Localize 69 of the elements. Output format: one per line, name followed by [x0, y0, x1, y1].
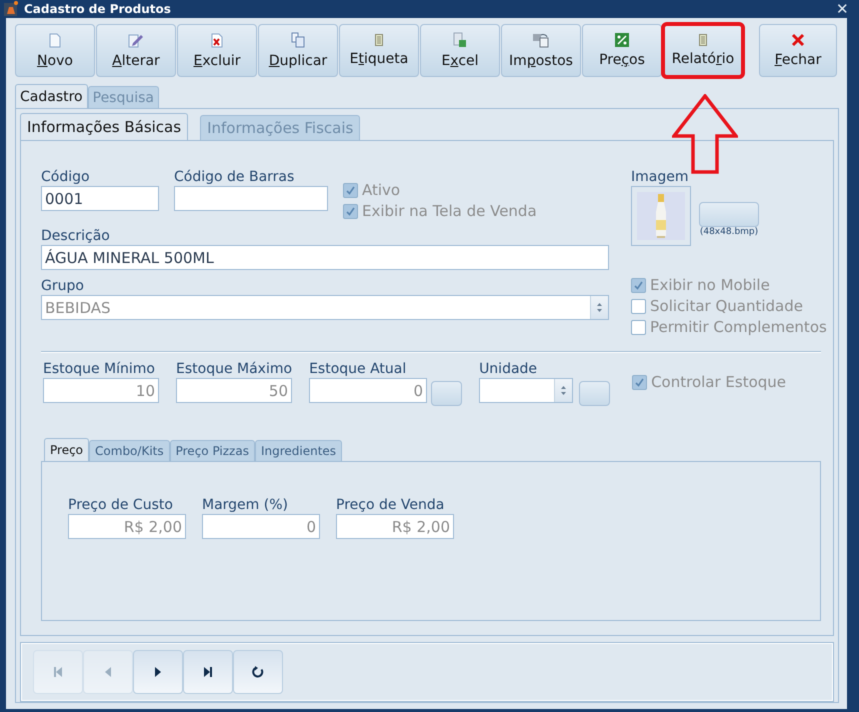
- document-icon: [49, 32, 61, 48]
- spreadsheet-icon: [453, 32, 467, 48]
- spin-button[interactable]: [554, 379, 572, 402]
- image-button[interactable]: [699, 202, 759, 227]
- field-label: Preço de Custo: [68, 497, 174, 513]
- up-down-arrows-icon: [596, 302, 603, 313]
- toolbar-button[interactable]: Impostos: [501, 24, 581, 77]
- field-label: Código: [41, 169, 91, 185]
- field-label: Código de Barras: [174, 169, 296, 185]
- toolbar-button[interactable]: Alterar: [96, 24, 176, 77]
- toolbar-button[interactable]: Novo: [15, 24, 95, 77]
- input-field[interactable]: 0001: [41, 186, 159, 211]
- pencil-icon: [128, 32, 144, 48]
- toolbar-button[interactable]: Excel: [420, 24, 500, 77]
- report-icon: [375, 34, 383, 46]
- close-button[interactable]: ✕: [830, 0, 855, 18]
- delete-document-icon: [211, 32, 223, 48]
- percent-icon: [615, 33, 629, 47]
- up-down-arrows-icon: [560, 385, 568, 396]
- copy-icon: [291, 32, 305, 48]
- checkbox-label: Permitir Complementos: [650, 318, 827, 336]
- app-icon: [4, 1, 18, 17]
- close-icon: [791, 33, 805, 47]
- toolbar-button[interactable]: Relatório: [663, 24, 743, 77]
- window-title: Cadastro de Produtos: [24, 2, 172, 16]
- checkbox-label: Ativo: [362, 181, 400, 199]
- field-label: Grupo: [41, 278, 85, 294]
- tab[interactable]: Preço: [44, 438, 90, 461]
- lookup-button[interactable]: [579, 381, 610, 406]
- tab[interactable]: Preço Pizzas: [170, 440, 255, 461]
- field-label: Margem (%): [202, 497, 289, 513]
- checkbox-label: Solicitar Quantidade: [650, 297, 803, 315]
- field-label: Estoque Atual: [309, 361, 408, 377]
- checkbox-label: Exibir na Tela de Venda: [362, 202, 537, 220]
- checkmark-icon: [346, 206, 355, 216]
- field-label: Imagem: [631, 169, 690, 185]
- navigation-button[interactable]: [183, 650, 233, 694]
- next-icon: [155, 667, 161, 677]
- last-icon: [203, 666, 213, 678]
- checkbox-label: Controlar Estoque: [651, 373, 786, 391]
- tab[interactable]: Combo/Kits: [89, 440, 170, 461]
- input-field[interactable]: [174, 186, 328, 211]
- refresh-icon: [252, 666, 264, 678]
- toolbar-button[interactable]: Excluir: [177, 24, 257, 77]
- tab[interactable]: Cadastro: [15, 84, 88, 108]
- toolbar-button[interactable]: Etiqueta: [339, 24, 419, 77]
- checkmark-icon: [635, 378, 644, 386]
- checkbox-label: Exibir no Mobile: [650, 276, 770, 294]
- checkmark-icon: [346, 186, 355, 194]
- field-label: Estoque Máximo: [176, 361, 292, 377]
- first-icon: [53, 666, 63, 678]
- dropdown[interactable]: [479, 378, 574, 403]
- tab[interactable]: Ingredientes: [254, 440, 342, 461]
- input-field[interactable]: ÁGUA MINERAL 500ML: [41, 245, 609, 270]
- image-size-hint: (48x48.bmp): [700, 227, 758, 237]
- lookup-button[interactable]: [431, 381, 462, 406]
- checkmark-icon: [634, 280, 643, 290]
- toolbar-button[interactable]: Duplicar: [258, 24, 338, 77]
- tab[interactable]: Informações Básicas: [20, 113, 188, 140]
- spin-button[interactable]: [590, 296, 608, 319]
- toolbar-button[interactable]: Preços: [582, 24, 662, 77]
- previous-icon: [105, 667, 111, 677]
- toolbar-button[interactable]: Fechar: [759, 24, 837, 77]
- field-label: Estoque Mínimo: [43, 361, 156, 377]
- field-label: Unidade: [479, 361, 538, 377]
- field-label: Descrição: [41, 228, 111, 244]
- documents-icon: [532, 32, 550, 48]
- field-label: Preço de Venda: [336, 497, 446, 513]
- report-icon: [699, 34, 707, 46]
